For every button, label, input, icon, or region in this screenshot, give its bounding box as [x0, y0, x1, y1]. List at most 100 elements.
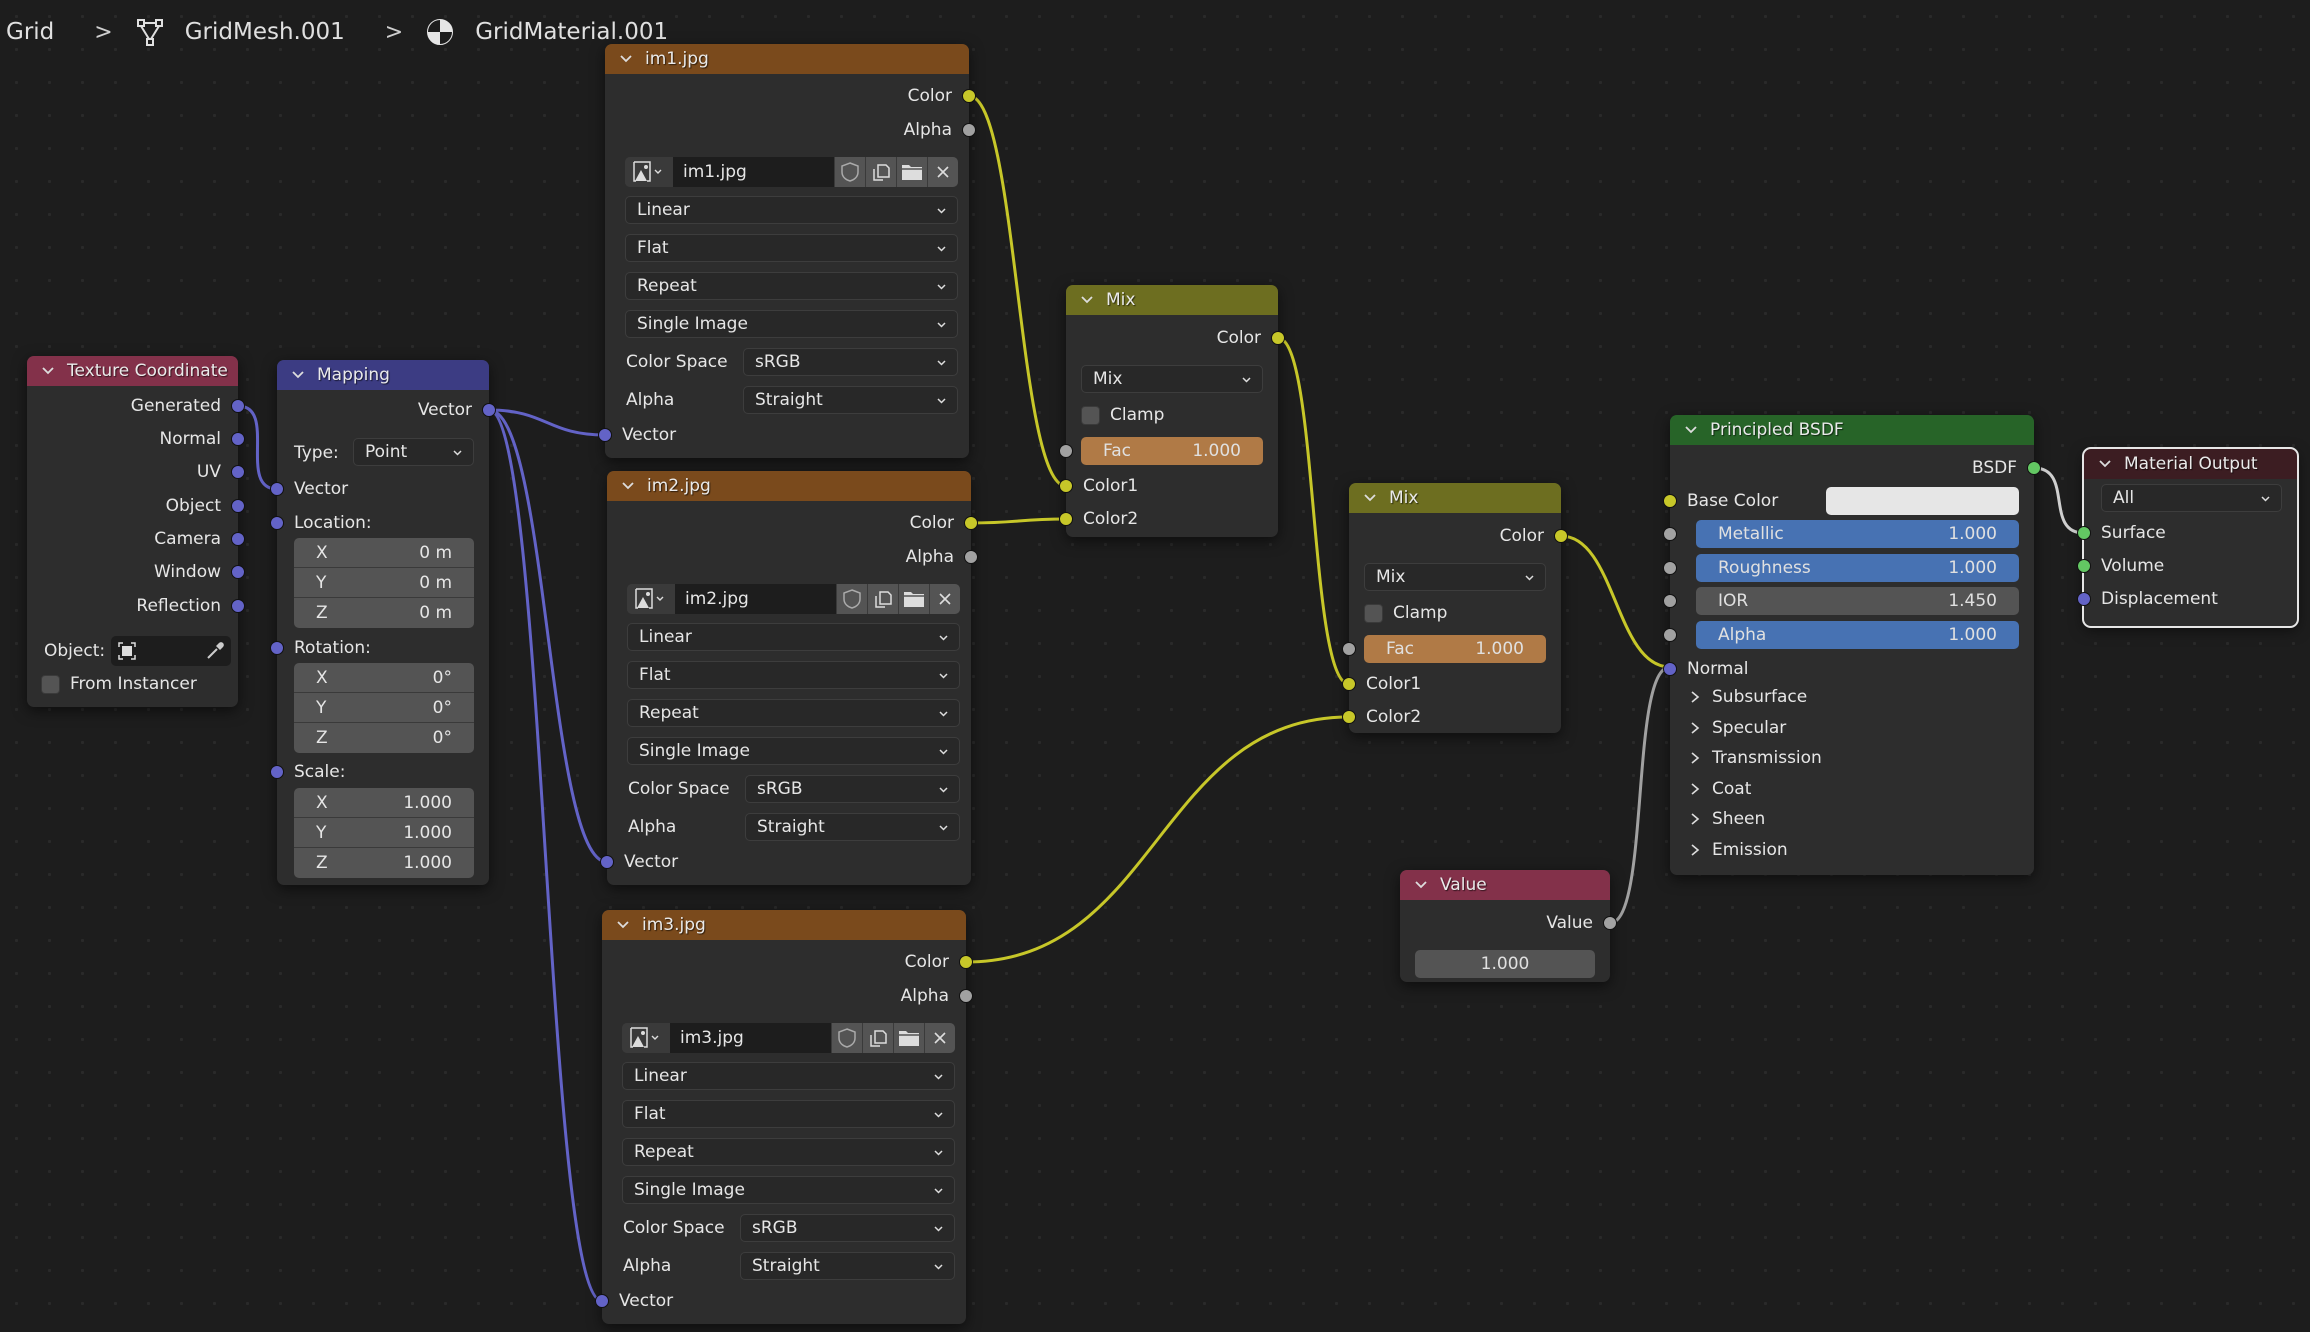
- image-browse-button[interactable]: [625, 157, 673, 187]
- node-header[interactable]: im2.jpg: [607, 471, 971, 501]
- vector-socket[interactable]: [598, 428, 612, 442]
- node-header[interactable]: Texture Coordinate: [27, 356, 238, 386]
- node-header[interactable]: Value: [1400, 870, 1610, 900]
- open-image-button[interactable]: [897, 157, 927, 187]
- object-picker[interactable]: [111, 636, 232, 666]
- node-header[interactable]: Mapping: [277, 360, 489, 390]
- vector-socket[interactable]: [231, 532, 245, 546]
- image-texture-node[interactable]: im1.jpg Color Alpha im1.jpg Linear Flat …: [598, 44, 976, 458]
- color-space-dropdown[interactable]: sRGB: [743, 348, 958, 376]
- color-socket[interactable]: [1059, 479, 1073, 493]
- float-socket[interactable]: [1663, 527, 1677, 541]
- color-socket[interactable]: [964, 516, 978, 530]
- collapse-chevron-icon[interactable]: [2098, 457, 2112, 471]
- float-socket[interactable]: [1663, 628, 1677, 642]
- node-header[interactable]: Principled BSDF: [1670, 415, 2034, 445]
- vector-socket[interactable]: [231, 465, 245, 479]
- clamp-row[interactable]: Clamp: [1081, 401, 1164, 429]
- vector-socket[interactable]: [231, 599, 245, 613]
- fake-user-button[interactable]: [835, 157, 865, 187]
- image-name-field[interactable]: im2.jpg: [675, 584, 836, 614]
- image-browse-button[interactable]: [627, 584, 675, 614]
- vector-socket[interactable]: [270, 641, 284, 655]
- mapping-node[interactable]: Mapping Vector Type: Point Vector Locati…: [270, 360, 496, 885]
- vector-socket[interactable]: [482, 403, 496, 417]
- extension-dropdown[interactable]: Repeat: [622, 1138, 955, 1166]
- duplicate-image-button[interactable]: [868, 584, 898, 614]
- base-color-swatch[interactable]: [1826, 487, 2019, 515]
- collapse-chevron-icon[interactable]: [291, 368, 305, 382]
- material-output-node[interactable]: Material Output All Surface Volume Displ…: [2077, 447, 2299, 628]
- value-node[interactable]: Value Value 1.000: [1400, 870, 1617, 982]
- panel-coat[interactable]: Coat: [1690, 774, 1751, 804]
- color-socket[interactable]: [1342, 677, 1356, 691]
- alpha-mode-dropdown[interactable]: Straight: [745, 813, 960, 841]
- projection-dropdown[interactable]: Flat: [627, 661, 960, 689]
- vector-socket[interactable]: [231, 499, 245, 513]
- color-socket[interactable]: [1271, 331, 1285, 345]
- color-socket[interactable]: [1554, 529, 1568, 543]
- image-name-field[interactable]: im1.jpg: [673, 157, 834, 187]
- blend-mode-dropdown[interactable]: Mix: [1081, 365, 1263, 393]
- extension-dropdown[interactable]: Repeat: [625, 272, 958, 300]
- fake-user-button[interactable]: [832, 1023, 862, 1053]
- vector-socket[interactable]: [231, 399, 245, 413]
- color-space-dropdown[interactable]: sRGB: [745, 775, 960, 803]
- unlink-image-button[interactable]: [930, 584, 960, 614]
- collapse-chevron-icon[interactable]: [621, 479, 635, 493]
- clamp-checkbox[interactable]: [1081, 405, 1100, 425]
- location-z-field[interactable]: Z0 m: [294, 598, 474, 628]
- from-instancer-checkbox[interactable]: [41, 674, 60, 694]
- breadcrumb-object[interactable]: Grid: [6, 19, 54, 45]
- vector-socket[interactable]: [231, 432, 245, 446]
- from-instancer-row[interactable]: From Instancer: [41, 674, 197, 694]
- interpolation-dropdown[interactable]: Linear: [627, 623, 960, 651]
- duplicate-image-button[interactable]: [863, 1023, 893, 1053]
- vector-socket[interactable]: [270, 516, 284, 530]
- collapse-chevron-icon[interactable]: [1684, 423, 1698, 437]
- collapse-chevron-icon[interactable]: [1414, 878, 1428, 892]
- alpha-slider[interactable]: Alpha 1.000: [1696, 621, 2019, 649]
- color-space-dropdown[interactable]: sRGB: [740, 1214, 955, 1242]
- float-socket[interactable]: [1663, 561, 1677, 575]
- breadcrumb-material[interactable]: GridMaterial.001: [475, 19, 668, 45]
- shader-socket[interactable]: [2077, 559, 2091, 573]
- fake-user-button[interactable]: [837, 584, 867, 614]
- vector-socket[interactable]: [1663, 662, 1677, 676]
- node-header[interactable]: im3.jpg: [602, 910, 966, 940]
- float-socket[interactable]: [964, 550, 978, 564]
- metallic-slider[interactable]: Metallic 1.000: [1696, 520, 2019, 548]
- ior-field[interactable]: IOR 1.450: [1696, 587, 2019, 615]
- color-socket[interactable]: [1059, 512, 1073, 526]
- float-socket[interactable]: [1603, 916, 1617, 930]
- source-dropdown[interactable]: Single Image: [622, 1176, 955, 1204]
- color-socket[interactable]: [1663, 494, 1677, 508]
- mapping-type-dropdown[interactable]: Point: [353, 438, 474, 466]
- vector-socket[interactable]: [600, 855, 614, 869]
- projection-dropdown[interactable]: Flat: [622, 1100, 955, 1128]
- vector-socket[interactable]: [2077, 592, 2091, 606]
- collapse-chevron-icon[interactable]: [41, 364, 55, 378]
- node-header[interactable]: Mix: [1066, 285, 1278, 315]
- collapse-chevron-icon[interactable]: [616, 918, 630, 932]
- collapse-chevron-icon[interactable]: [619, 52, 633, 66]
- image-browse-button[interactable]: [622, 1023, 670, 1053]
- image-texture-node[interactable]: im2.jpg Color Alpha im2.jpg Linear Flat …: [600, 471, 978, 885]
- interpolation-dropdown[interactable]: Linear: [625, 196, 958, 224]
- alpha-mode-dropdown[interactable]: Straight: [743, 386, 958, 414]
- float-socket[interactable]: [962, 123, 976, 137]
- location-y-field[interactable]: Y0 m: [294, 568, 474, 598]
- scale-y-field[interactable]: Y 1.000: [294, 818, 474, 848]
- color-socket[interactable]: [959, 955, 973, 969]
- image-name-field[interactable]: im3.jpg: [670, 1023, 831, 1053]
- texture-coordinate-node[interactable]: Texture Coordinate Generated Normal UV O…: [27, 356, 245, 707]
- collapse-chevron-icon[interactable]: [1080, 293, 1094, 307]
- panel-subsurface[interactable]: Subsurface: [1690, 682, 1807, 712]
- rotation-y-field[interactable]: Y 0°: [294, 693, 474, 723]
- unlink-image-button[interactable]: [928, 157, 958, 187]
- panel-transmission[interactable]: Transmission: [1690, 743, 1822, 773]
- image-texture-node[interactable]: im3.jpg Color Alpha im3.jpg Linear Flat …: [595, 910, 973, 1324]
- open-image-button[interactable]: [899, 584, 929, 614]
- projection-dropdown[interactable]: Flat: [625, 234, 958, 262]
- shader-socket[interactable]: [2027, 461, 2041, 475]
